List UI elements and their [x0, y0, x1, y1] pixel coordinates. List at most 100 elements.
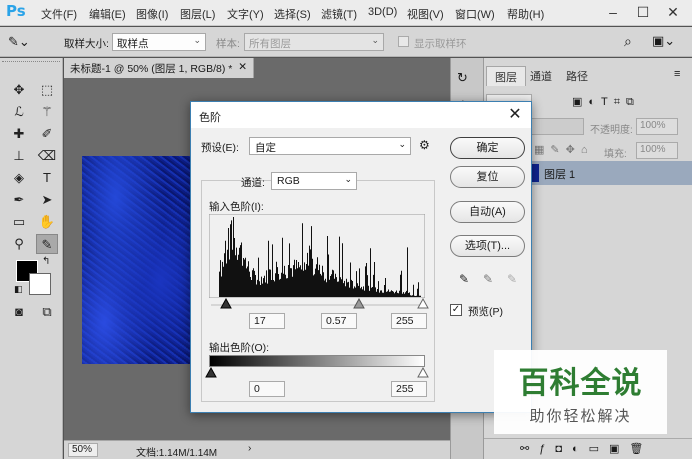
lasso-tool-icon[interactable]: ℒ: [8, 102, 30, 122]
channel-select[interactable]: RGB ⌄: [271, 172, 357, 190]
watermark-title: 百科全说: [518, 366, 643, 401]
workspace-icon[interactable]: ▣⌄: [652, 33, 675, 49]
output-gradient-bar: [209, 355, 425, 367]
show-ring-checkbox[interactable]: [398, 36, 409, 47]
sample-size-select[interactable]: 取样点 ⌄: [112, 33, 206, 51]
marquee-tool-icon[interactable]: ⬚: [36, 80, 58, 100]
output-slider[interactable]: [205, 367, 429, 379]
output-white-handle[interactable]: [417, 367, 429, 378]
channel-label: 通道:: [241, 177, 265, 189]
dialog-titlebar: 色阶: [191, 102, 531, 128]
input-white-field[interactable]: 255: [391, 313, 427, 329]
menu-layer[interactable]: 图层(L): [180, 6, 215, 22]
panel-grip[interactable]: [2, 61, 60, 67]
menu-window[interactable]: 窗口(W): [455, 6, 495, 22]
histogram: [209, 214, 425, 298]
preview-label: 预览(P): [468, 306, 503, 318]
move-tool-icon[interactable]: ✥: [8, 80, 30, 100]
rectangle-tool-icon[interactable]: ▭: [8, 212, 30, 232]
screen-mode-icon[interactable]: ⧉: [36, 302, 58, 322]
preset-label: 预设(E):: [201, 142, 239, 154]
tools-panel: ✥ ⬚ ℒ ⚚ ✚ ✐ ⊥ ⌫ ◈ T ✒ ➤ ▭ ✋ ⚲ ✎ ↰ ◧ ◙ ⧉: [0, 58, 63, 459]
input-black-field[interactable]: 17: [249, 313, 285, 329]
chevron-down-icon: ⌄: [398, 139, 406, 149]
document-info: 文档:1.14M/1.14M: [136, 448, 218, 459]
fill-field[interactable]: 100%: [636, 142, 678, 159]
quick-mask-icon[interactable]: ◙: [8, 302, 30, 322]
layer-filter-icons[interactable]: ▣◐T⌗⧉: [572, 95, 640, 109]
brush-tool-icon[interactable]: ✐: [36, 124, 58, 144]
input-white-handle[interactable]: [417, 298, 429, 309]
close-icon[interactable]: ✕: [505, 105, 525, 125]
auto-button[interactable]: 自动(A): [450, 201, 525, 223]
maximize-icon[interactable]: ☐: [630, 2, 656, 22]
lock-icons[interactable]: ▦✎✥⌂: [534, 143, 593, 156]
spot-healing-tool-icon[interactable]: ✚: [8, 124, 30, 144]
black-point-eyedropper-icon[interactable]: ✎: [459, 272, 469, 286]
ok-button[interactable]: 确定: [450, 137, 525, 159]
background-color-swatch[interactable]: [29, 273, 51, 295]
preview-checkbox[interactable]: ✓: [450, 304, 462, 316]
default-colors-icon[interactable]: ◧: [14, 284, 23, 295]
layers-footer-icons[interactable]: ⚯ƒ◘◐▭▣🗑: [484, 438, 692, 459]
white-point-eyedropper-icon[interactable]: ✎: [507, 272, 517, 286]
document-tab[interactable]: 未标题-1 @ 50% (图层 1, RGB/8) * ✕: [64, 58, 254, 78]
sample-select[interactable]: 所有图层 ⌄: [244, 33, 384, 51]
layer-name: 图层 1: [544, 169, 576, 181]
input-black-handle[interactable]: [220, 298, 232, 309]
hand-tool-icon[interactable]: ✋: [36, 212, 58, 232]
menu-view[interactable]: 视图(V): [407, 6, 444, 22]
menu-edit[interactable]: 编辑(E): [89, 6, 126, 22]
photoshop-logo: Ps: [6, 2, 26, 20]
menu-select[interactable]: 选择(S): [274, 6, 311, 22]
menu-type[interactable]: 文字(Y): [227, 6, 264, 22]
zoom-tool-icon[interactable]: ⚲: [8, 234, 30, 254]
output-white-field[interactable]: 255: [391, 381, 427, 397]
reset-button[interactable]: 复位: [450, 166, 525, 188]
type-tool-icon[interactable]: T: [36, 168, 58, 188]
input-gamma-field[interactable]: 0.57: [321, 313, 357, 329]
menu-help[interactable]: 帮助(H): [507, 6, 544, 22]
menu-filter[interactable]: 滤镜(T): [321, 6, 357, 22]
swap-colors-icon[interactable]: ↰: [42, 256, 50, 267]
output-black-handle[interactable]: [205, 367, 217, 378]
menu-3d[interactable]: 3D(D): [368, 6, 397, 18]
minimize-icon[interactable]: –: [600, 2, 626, 22]
input-slider[interactable]: [205, 298, 429, 310]
tab-paths[interactable]: 路径: [558, 66, 596, 86]
image-canvas[interactable]: [82, 156, 194, 364]
tab-layers[interactable]: 图层: [486, 66, 526, 86]
pen-tool-icon[interactable]: ✒: [8, 190, 30, 210]
output-black-field[interactable]: 0: [249, 381, 285, 397]
options-button[interactable]: 选项(T)...: [450, 235, 525, 257]
magic-wand-tool-icon[interactable]: ⚚: [36, 102, 58, 122]
input-gamma-handle[interactable]: [353, 298, 365, 309]
sample-value: 所有图层: [249, 38, 291, 50]
eraser-tool-icon[interactable]: ⌫: [36, 146, 58, 166]
menu-image[interactable]: 图像(I): [136, 6, 168, 22]
search-icon[interactable]: ⌕: [624, 33, 632, 50]
stamp-tool-icon[interactable]: ⊥: [8, 146, 30, 166]
gray-point-eyedropper-icon[interactable]: ✎: [483, 272, 493, 286]
menu-bar: Ps 文件(F) 编辑(E) 图像(I) 图层(L) 文字(Y) 选择(S) 滤…: [0, 0, 692, 26]
zoom-field[interactable]: 50%: [68, 443, 98, 457]
input-levels-label: 输入色阶(I):: [209, 201, 264, 213]
preset-select[interactable]: 自定 ⌄: [249, 137, 411, 155]
close-tab-icon[interactable]: ✕: [238, 61, 247, 73]
menu-file[interactable]: 文件(F): [41, 6, 77, 22]
output-levels-label: 输出色阶(O):: [209, 342, 270, 354]
channel-value: RGB: [277, 175, 300, 187]
eyedropper-tool-icon[interactable]: ✎: [36, 234, 58, 254]
tab-channels[interactable]: 通道: [522, 66, 560, 86]
chevron-right-icon[interactable]: ›: [248, 443, 251, 454]
close-icon[interactable]: ✕: [660, 2, 686, 22]
paint-bucket-tool-icon[interactable]: ◈: [8, 168, 30, 188]
panel-menu-icon[interactable]: ≡: [674, 68, 680, 80]
eyedropper-tool-icon[interactable]: ✎⌄: [8, 34, 30, 50]
watermark-subtitle: 助你轻松解决: [529, 407, 632, 425]
path-selection-tool-icon[interactable]: ➤: [36, 190, 58, 210]
opacity-field[interactable]: 100%: [636, 118, 678, 135]
history-icon[interactable]: ↻: [457, 70, 468, 86]
show-ring-label: 显示取样环: [414, 38, 467, 50]
preset-options-gear-icon[interactable]: ⚙: [419, 138, 430, 152]
